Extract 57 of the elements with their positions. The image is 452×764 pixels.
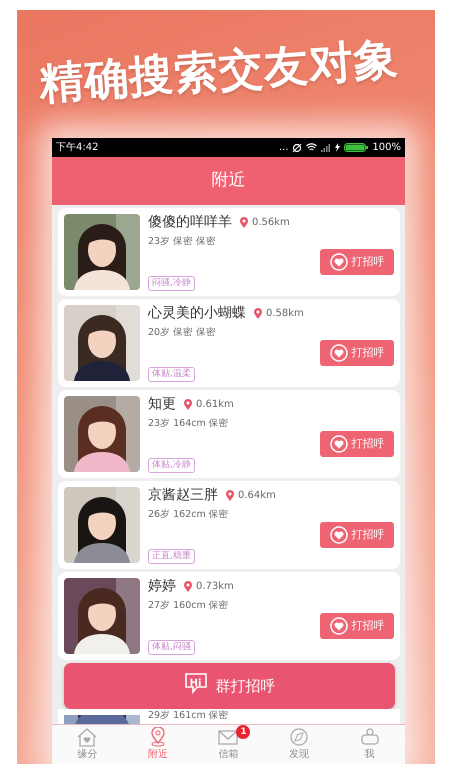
compass-icon [288, 727, 310, 747]
user-name: 知更 [148, 396, 176, 413]
distance-text: 0.64km [238, 488, 276, 503]
user-info: 20岁 保密 保密 [148, 326, 218, 340]
tab[interactable]: 我 [334, 725, 405, 764]
user-info: 27岁 160cm 保密 [148, 598, 230, 613]
person-icon [358, 727, 381, 747]
tab[interactable]: 缘分 [52, 725, 123, 764]
greet-button[interactable]: 打招呼 [320, 613, 394, 640]
personality-tag: 闷骚,冷静 [148, 276, 195, 292]
tab[interactable]: 附近 [122, 725, 194, 764]
tab[interactable]: 发现 [264, 725, 334, 764]
greet-button[interactable]: 打招呼 [320, 340, 394, 366]
location-pin-icon [184, 580, 192, 592]
user-card[interactable]: 傻傻的咩咩羊 0.56km 23岁 保密 保密 闷骚,冷静 打招呼 [58, 208, 400, 296]
status-dots: ... [278, 141, 288, 155]
hi-bubble-icon: Hi [184, 675, 208, 697]
location-pin-icon [240, 216, 248, 228]
user-info: 23岁 164cm 保密 [148, 416, 230, 431]
greet-button[interactable]: 打招呼 [320, 249, 394, 276]
signal-icon [321, 143, 332, 152]
user-info: 23岁 保密 保密 [148, 234, 218, 249]
personality-tag: 正直,稳重 [148, 548, 195, 564]
unread-badge: 1 [236, 725, 250, 739]
distance-text: 0.73km [196, 580, 234, 594]
user-card[interactable]: 29岁 161cm 保密 [58, 709, 400, 724]
location-pin-icon [226, 490, 234, 501]
wifi-icon [306, 143, 318, 152]
home-heart-icon [76, 727, 98, 747]
personality-tag: 体贴,温柔 [148, 366, 195, 382]
location-pin-icon [184, 398, 192, 410]
battery-percent: 100% [372, 141, 401, 155]
user-card[interactable]: 婷婷 0.73km 27岁 160cm 保密 体贴,闷骚 打招呼 [58, 572, 400, 660]
battery-icon [344, 143, 368, 152]
user-name: 傻傻的咩咩羊 [148, 214, 232, 231]
charging-icon [335, 143, 340, 152]
user-name: 心灵美的小蝴蝶 [148, 305, 246, 322]
distance-text: 0.58km [266, 306, 304, 321]
tab[interactable]: 信箱 1 [193, 725, 264, 764]
page-title: 附近 [212, 169, 246, 192]
greet-button[interactable]: 打招呼 [320, 522, 394, 548]
user-info: 26岁 162cm 保密 [148, 508, 230, 522]
location-pin-icon [254, 308, 262, 319]
personality-tag: 体贴,闷骚 [148, 640, 195, 656]
distance-text: 0.61km [196, 398, 234, 412]
status-time: 下午4:42 [56, 141, 98, 155]
personality-tag: 体贴,冷静 [148, 458, 195, 474]
user-name: 婷婷 [148, 578, 176, 595]
headline: 精确搜索交友对象 [38, 38, 400, 106]
group-greet-button[interactable]: Hi 群打招呼 [64, 663, 395, 709]
greet-button[interactable]: 打招呼 [320, 431, 394, 458]
user-name: 京酱赵三胖 [148, 487, 218, 504]
user-info: 29岁 161cm 保密 [148, 709, 229, 723]
user-card[interactable]: 京酱赵三胖 0.64km 26岁 162cm 保密 正直,稳重 打招呼 [58, 481, 400, 569]
user-card[interactable]: 知更 0.61km 23岁 164cm 保密 体贴,冷静 打招呼 [58, 390, 400, 478]
user-card[interactable]: 心灵美的小蝴蝶 0.58km 20岁 保密 保密 体贴,温柔 打招呼 [58, 299, 400, 387]
distance-text: 0.56km [252, 216, 290, 230]
